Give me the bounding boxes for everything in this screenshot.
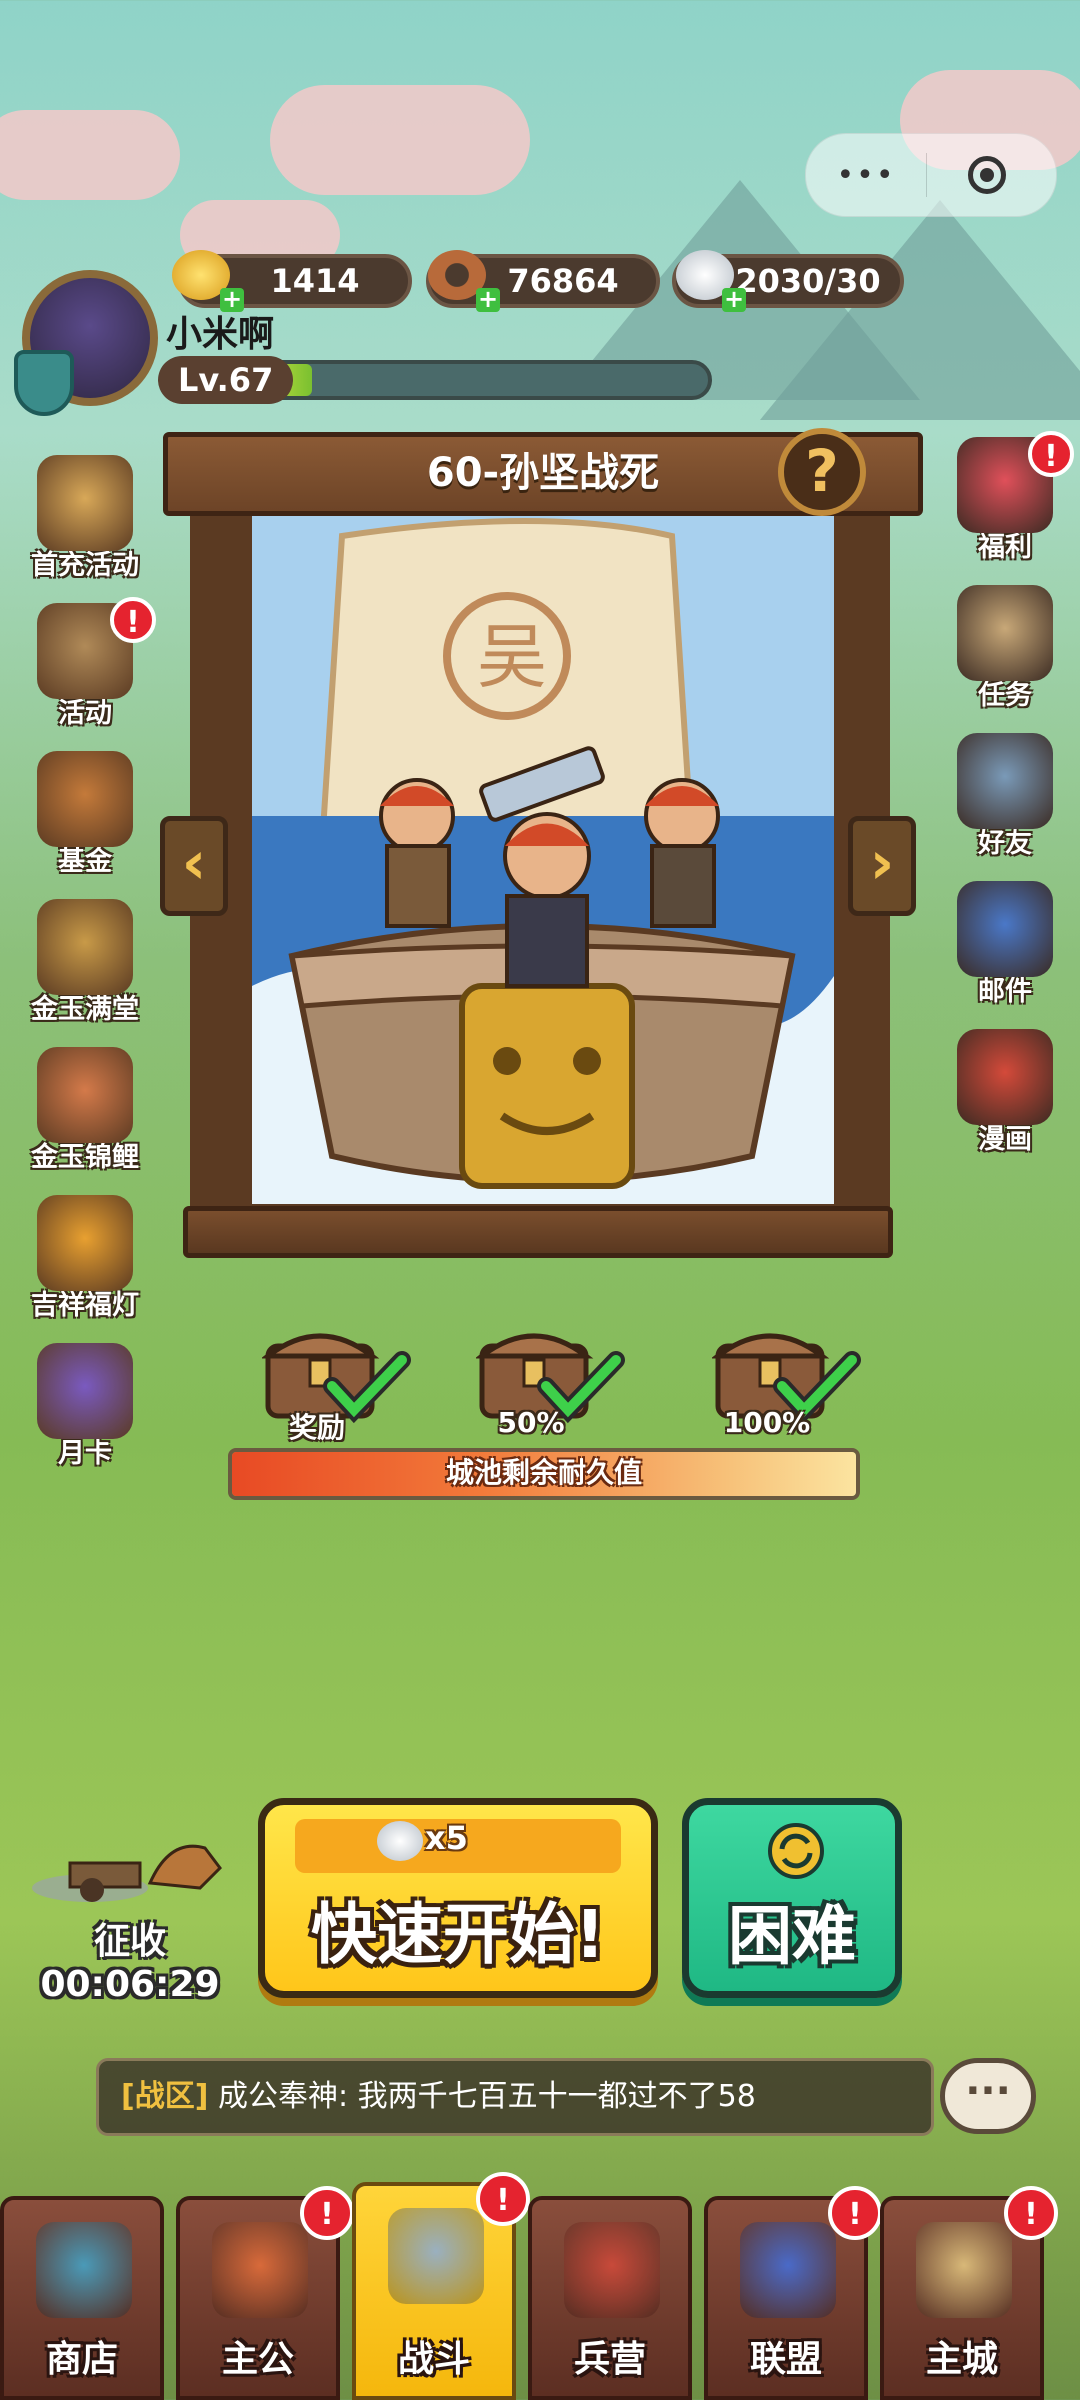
svg-text:吴: 吴 — [477, 616, 547, 698]
koi-fish-icon — [37, 1047, 133, 1143]
left-menu-item[interactable]: 基金 — [20, 751, 150, 878]
chat-ticker[interactable]: [战区] 成公奉神: 我两千七百五十一都过不了58 — [96, 2058, 934, 2136]
reward-chest[interactable] — [474, 1316, 625, 1424]
collect-timer: 00:06:29 — [40, 1964, 220, 2005]
left-menu-item[interactable]: 吉祥福灯 — [20, 1195, 150, 1322]
rank-shield-icon — [14, 350, 74, 416]
shop-icon — [36, 2222, 132, 2318]
tab-alliance[interactable]: 联盟! — [704, 2186, 882, 2400]
collect-tax[interactable]: 征收 00:06:29 — [30, 1838, 230, 2005]
rice-value: 2030/30 — [735, 262, 881, 300]
right-menu-item[interactable]: 好友 — [940, 733, 1070, 860]
more-dots-icon[interactable]: ••• — [806, 158, 926, 193]
tab-label: 兵营 — [573, 2339, 646, 2380]
quest-scroll-icon — [957, 585, 1053, 681]
collect-label: 征收 — [93, 1921, 166, 1962]
left-menu-item[interactable]: 月卡 — [20, 1343, 150, 1470]
hard-mode-label: 困难 — [728, 1900, 856, 1974]
comic-book-icon — [957, 1029, 1053, 1125]
tab-label: 主城 — [925, 2339, 998, 2380]
alert-badge-icon: ! — [1028, 431, 1074, 477]
alliance-flag-icon — [740, 2222, 836, 2318]
golden-toad-icon — [37, 899, 133, 995]
quick-start-button[interactable]: x5 快速开始! — [258, 1798, 658, 1998]
alert-badge-icon: ! — [110, 597, 156, 643]
chat-message: 成公奉神: 我两千七百五十一都过不了58 — [217, 2079, 756, 2114]
add-rice-icon[interactable]: + — [722, 287, 746, 312]
durability-label: 城池剩余耐久值 — [445, 1456, 642, 1489]
reward-label: 100% — [723, 1406, 811, 1439]
crossed-swords-icon — [388, 2208, 484, 2304]
barracks-icon — [564, 2222, 660, 2318]
alert-badge-icon: ! — [476, 2172, 530, 2226]
help-icon[interactable]: ? — [778, 428, 866, 516]
reward-label: 50% — [497, 1406, 565, 1439]
tab-lord[interactable]: 主公! — [176, 2186, 354, 2400]
stage-illustration[interactable]: 吴 — [252, 516, 834, 1204]
next-stage-button[interactable]: › — [848, 816, 916, 916]
month-card-icon — [37, 1343, 133, 1439]
reward-chest[interactable] — [710, 1316, 861, 1424]
left-menu-item[interactable]: 金玉满堂 — [20, 899, 150, 1026]
tab-label: 主公 — [221, 2339, 294, 2380]
tab-battle[interactable]: 战斗! — [352, 2172, 530, 2400]
quick-start-cost: x5 — [425, 1819, 468, 1857]
frame-bottom-plank — [183, 1206, 893, 1258]
right-menu-item[interactable]: 任务 — [940, 585, 1070, 712]
reward-label: 奖励 — [288, 1411, 345, 1444]
chat-zone: [战区] — [121, 2079, 209, 2114]
lantern-icon — [37, 1195, 133, 1291]
handshake-icon — [957, 733, 1053, 829]
right-menu-item[interactable]: 福利! — [940, 431, 1074, 564]
mail-icon — [957, 881, 1053, 977]
tab-barracks[interactable]: 兵营 — [528, 2196, 692, 2400]
right-menu-item[interactable]: 漫画 — [940, 1029, 1070, 1156]
add-coin-icon[interactable]: + — [476, 287, 500, 312]
cloud — [0, 110, 180, 200]
alert-badge-icon: ! — [300, 2186, 354, 2240]
gold-ingot-value: 1414 — [270, 262, 360, 300]
quick-start-label: 快速开始! — [310, 1896, 606, 1973]
right-menu-item[interactable]: 邮件 — [940, 881, 1070, 1008]
tab-label: 联盟 — [749, 2339, 822, 2380]
alert-badge-icon: ! — [1004, 2186, 1058, 2240]
city-map-icon — [916, 2222, 1012, 2318]
reward-chest[interactable] — [260, 1316, 411, 1424]
miniprogram-capsule: ••• — [805, 133, 1057, 217]
tab-label: 商店 — [45, 2339, 118, 2380]
chat-bubble-icon[interactable]: ··· — [940, 2058, 1036, 2134]
lord-icon — [212, 2222, 308, 2318]
treasure-box-icon — [37, 751, 133, 847]
alert-badge-icon: ! — [828, 2186, 882, 2240]
prev-stage-button[interactable]: ‹ — [160, 816, 228, 916]
tab-shop[interactable]: 商店 — [0, 2196, 164, 2400]
tab-label: 战斗 — [397, 2339, 470, 2380]
cloud — [270, 85, 530, 195]
rice-bowl-icon — [377, 1821, 423, 1861]
tab-city[interactable]: 主城! — [880, 2186, 1058, 2400]
left-menu-item[interactable]: 金玉锦鲤 — [20, 1047, 150, 1174]
refresh-arrows-icon — [768, 1823, 824, 1879]
copper-coin-value: 76864 — [507, 262, 619, 300]
horse-cart-icon — [32, 1844, 222, 1902]
player-name: 小米啊 — [166, 314, 275, 355]
target-circle-icon[interactable] — [968, 156, 1006, 194]
left-menu-item[interactable]: 首充活动 — [20, 455, 150, 582]
left-menu-item[interactable]: 活动! — [20, 597, 156, 730]
mountain — [760, 200, 1080, 420]
hard-mode-button[interactable]: 困难 — [682, 1798, 902, 1998]
player-level: Lv.67 — [158, 356, 294, 404]
gold-sacks-icon — [37, 455, 133, 551]
